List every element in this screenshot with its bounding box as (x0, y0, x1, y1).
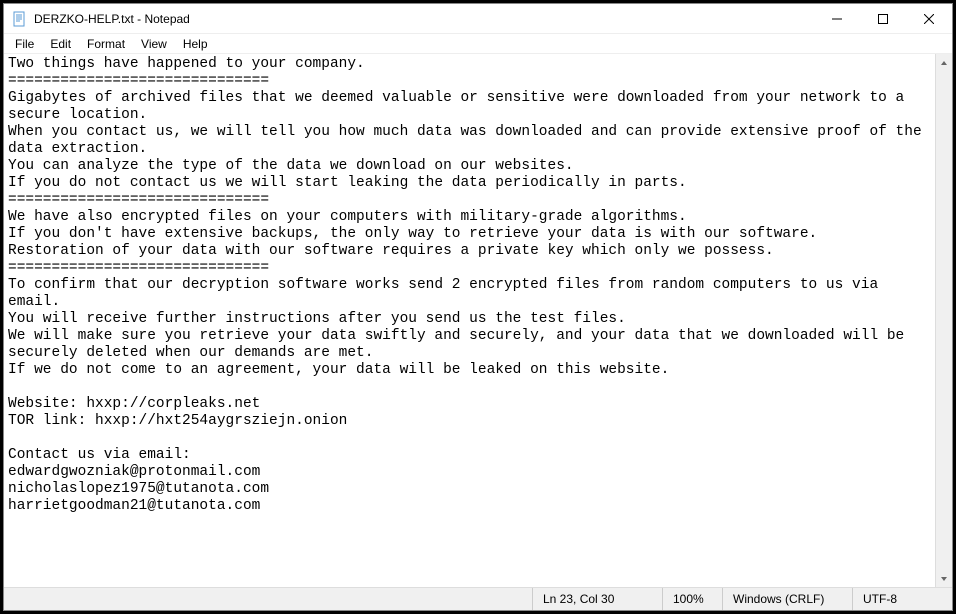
window-controls (814, 4, 952, 33)
scroll-down-button[interactable] (936, 570, 952, 587)
window-title: DERZKO-HELP.txt - Notepad (34, 12, 814, 26)
menu-file[interactable]: File (8, 36, 41, 52)
menu-view[interactable]: View (134, 36, 174, 52)
statusbar: Ln 23, Col 30 100% Windows (CRLF) UTF-8 (4, 587, 952, 610)
titlebar: DERZKO-HELP.txt - Notepad (4, 4, 952, 34)
scroll-up-button[interactable] (936, 54, 952, 71)
status-line-ending: Windows (CRLF) (722, 588, 852, 610)
status-zoom: 100% (662, 588, 722, 610)
maximize-button[interactable] (860, 4, 906, 33)
notepad-window: DERZKO-HELP.txt - Notepad File Edit Form… (3, 3, 953, 611)
text-content[interactable]: Two things have happened to your company… (4, 54, 935, 587)
notepad-icon (12, 11, 28, 27)
menu-help[interactable]: Help (176, 36, 215, 52)
menubar: File Edit Format View Help (4, 34, 952, 54)
status-position: Ln 23, Col 30 (532, 588, 662, 610)
vertical-scrollbar[interactable] (935, 54, 952, 587)
close-button[interactable] (906, 4, 952, 33)
minimize-button[interactable] (814, 4, 860, 33)
menu-format[interactable]: Format (80, 36, 132, 52)
menu-edit[interactable]: Edit (43, 36, 78, 52)
content-area: Two things have happened to your company… (4, 54, 952, 587)
status-encoding: UTF-8 (852, 588, 952, 610)
scroll-track[interactable] (936, 71, 952, 570)
